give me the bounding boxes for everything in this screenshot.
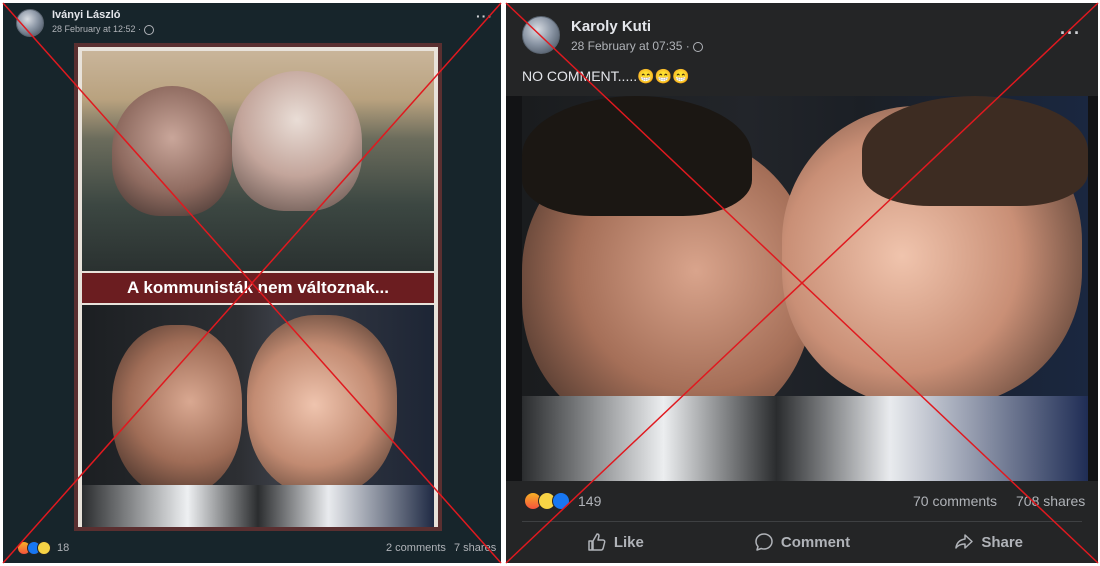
thumbs-up-icon xyxy=(588,533,606,551)
share-arrow-icon xyxy=(955,534,974,549)
shares-count[interactable]: 7 shares xyxy=(454,542,496,554)
comment-label: Comment xyxy=(780,533,851,551)
author-avatar[interactable] xyxy=(16,9,44,37)
comment-bubble-icon xyxy=(755,533,773,551)
post-text: NO COMMENT.....😁😁😁 xyxy=(522,68,690,84)
share-button[interactable]: Share xyxy=(895,527,1082,557)
action-divider xyxy=(522,521,1082,522)
comments-count[interactable]: 70 comments xyxy=(913,493,997,509)
more-options-icon[interactable]: ··· xyxy=(476,8,493,24)
photo xyxy=(522,96,1088,481)
reaction-count: 149 xyxy=(578,493,602,509)
comments-count[interactable]: 2 comments xyxy=(386,542,446,554)
action-bar: Like Comment Share xyxy=(522,527,1082,557)
photo-bottom xyxy=(82,305,434,527)
left-post-panel: Iványi László 28 February at 12:52 · ···… xyxy=(3,3,501,563)
share-label: Share xyxy=(981,533,1024,551)
haha-reaction-icon xyxy=(37,541,51,555)
globe-icon xyxy=(692,41,703,52)
right-post-panel: Karoly Kuti 28 February at 07:35 · ··· N… xyxy=(506,3,1098,563)
caption-text: A kommunisták nem változnak... xyxy=(127,278,389,297)
globe-icon xyxy=(144,24,155,35)
post-image[interactable]: A kommunisták nem változnak... xyxy=(74,43,442,531)
like-button[interactable]: Like xyxy=(522,527,709,557)
timestamp-text: 28 February at 07:35 · xyxy=(571,39,690,53)
reaction-summary[interactable]: 18 xyxy=(17,541,69,555)
post-image[interactable] xyxy=(506,96,1098,481)
caption-banner: A kommunisták nem változnak... xyxy=(82,273,434,303)
more-options-icon[interactable]: ··· xyxy=(1060,23,1081,44)
post-timestamp[interactable]: 28 February at 12:52 · xyxy=(52,24,155,35)
like-reaction-icon xyxy=(552,492,570,510)
post-timestamp[interactable]: 28 February at 07:35 · xyxy=(571,39,703,53)
author-avatar[interactable] xyxy=(522,16,560,54)
reaction-summary[interactable]: 149 xyxy=(524,492,601,510)
author-name[interactable]: Iványi László xyxy=(52,9,120,21)
comment-button[interactable]: Comment xyxy=(709,527,896,557)
timestamp-text: 28 February at 12:52 · xyxy=(52,24,142,34)
shares-count[interactable]: 708 shares xyxy=(1016,493,1085,509)
author-name[interactable]: Karoly Kuti xyxy=(571,18,651,35)
photo-top xyxy=(82,51,434,271)
reaction-count: 18 xyxy=(57,542,70,554)
like-label: Like xyxy=(613,533,644,551)
